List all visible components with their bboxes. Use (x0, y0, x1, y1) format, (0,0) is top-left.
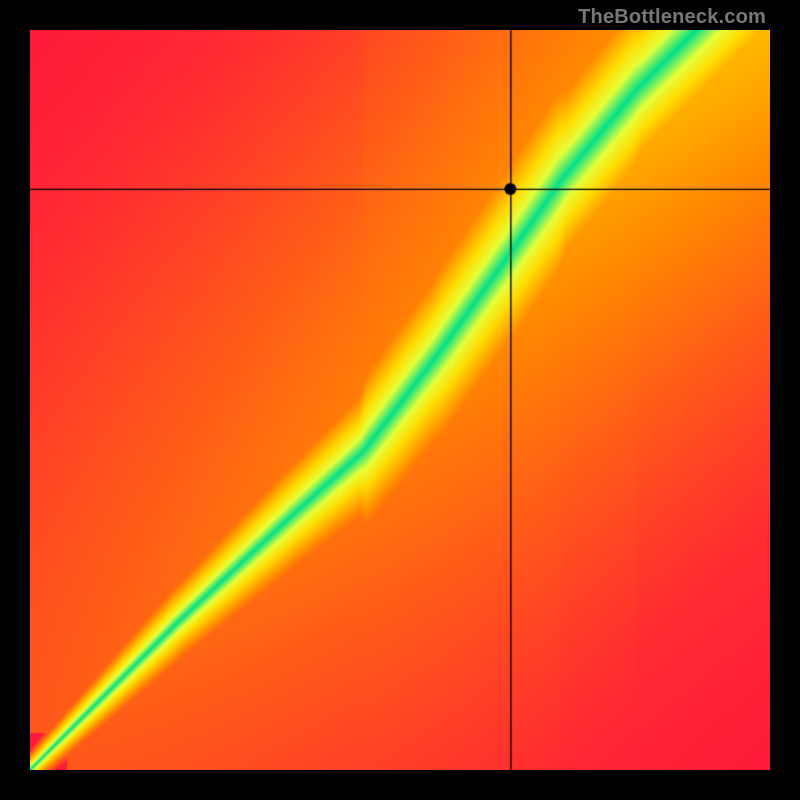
heatmap-canvas (30, 30, 770, 770)
chart-container: TheBottleneck.com (0, 0, 800, 800)
watermark-text: TheBottleneck.com (578, 6, 766, 29)
